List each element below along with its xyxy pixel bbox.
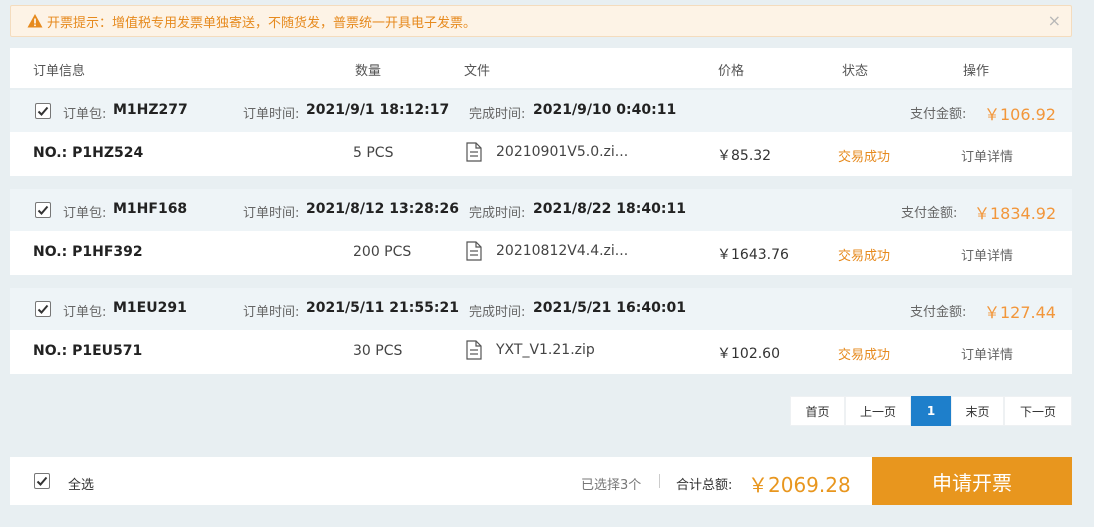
order-item-row: NO.: P1HZ524 5 PCS 20210901V5.0.zi... ￥8… [10, 132, 1072, 176]
order-file[interactable]: YXT_V1.21.zip [466, 340, 595, 360]
file-name: YXT_V1.21.zip [496, 342, 595, 358]
order-file[interactable]: 20210901V5.0.zi... [466, 142, 628, 162]
order-number: NO.: P1HZ524 [33, 145, 144, 161]
order-detail-link[interactable]: 订单详情 [961, 245, 1013, 264]
select-all-checkbox[interactable] [34, 473, 50, 489]
package-label: 订单包: [63, 305, 107, 320]
check-icon [37, 205, 49, 215]
order-table-header: 订单信息 数量 文件 价格 状态 操作 [10, 48, 1072, 88]
order-group: 订单包: M1EU291 订单时间: 2021/5/11 21:55:21 完成… [10, 288, 1072, 374]
header-file: 文件 [464, 64, 491, 79]
header-price: 价格 [718, 64, 745, 79]
page-number-button[interactable]: 1 [911, 396, 951, 426]
page-last-button[interactable]: 末页 [951, 396, 1004, 426]
header-action: 操作 [963, 64, 990, 79]
order-item-row: NO.: P1HF392 200 PCS 20210812V4.4.zi... … [10, 231, 1072, 275]
package-id: M1HF168 [113, 201, 188, 217]
divider [659, 474, 660, 488]
package-label: 订单包: [63, 206, 107, 221]
warning-icon [27, 13, 43, 29]
complete-time: 2021/9/10 0:40:11 [533, 102, 677, 118]
order-package-row: 订单包: M1HZ277 订单时间: 2021/9/1 18:12:17 完成时… [10, 90, 1072, 132]
unit-price: ￥85.32 [717, 148, 772, 164]
selected-count: 已选择3个 [581, 478, 642, 493]
complete-time-label: 完成时间: [469, 206, 526, 221]
complete-time-label: 完成时间: [469, 107, 526, 122]
order-quantity: 200 PCS [353, 244, 412, 260]
order-time-label: 订单时间: [243, 206, 300, 221]
header-status: 状态 [842, 64, 869, 79]
unit-price: ￥102.60 [717, 346, 780, 362]
close-icon[interactable]: × [1048, 13, 1061, 29]
file-name: 20210812V4.4.zi... [496, 243, 629, 259]
order-checkbox[interactable] [35, 202, 51, 218]
order-number: NO.: P1EU571 [33, 343, 143, 359]
paid-amount: ￥1834.92 [974, 204, 1057, 223]
order-file[interactable]: 20210812V4.4.zi... [466, 241, 628, 261]
order-time: 2021/5/11 21:55:21 [306, 300, 459, 316]
file-icon [466, 340, 482, 360]
check-icon [37, 304, 49, 314]
page-first-button[interactable]: 首页 [790, 396, 845, 426]
pagination: 首页 上一页 1 末页 下一页 [790, 396, 1072, 426]
order-quantity: 30 PCS [353, 343, 403, 359]
order-number: NO.: P1HF392 [33, 244, 143, 260]
apply-invoice-button[interactable]: 申请开票 [872, 457, 1072, 505]
order-quantity: 5 PCS [353, 145, 394, 161]
order-group: 订单包: M1HZ277 订单时间: 2021/9/1 18:12:17 完成时… [10, 90, 1072, 176]
file-name: 20210901V5.0.zi... [496, 144, 629, 160]
order-detail-link[interactable]: 订单详情 [961, 344, 1013, 363]
order-time: 2021/8/12 13:28:26 [306, 201, 459, 217]
header-quantity: 数量 [355, 64, 382, 79]
total-label: 合计总额: [676, 478, 733, 493]
total-amount: ￥2069.28 [748, 473, 851, 497]
page-prev-button[interactable]: 上一页 [845, 396, 911, 426]
check-icon [36, 476, 48, 486]
notice-text: 开票提示：增值税专用发票单独寄送，不随货发，普票统一开具电子发票。 [47, 15, 477, 31]
order-item-row: NO.: P1EU571 30 PCS YXT_V1.21.zip ￥102.6… [10, 330, 1072, 374]
order-group: 订单包: M1HF168 订单时间: 2021/8/12 13:28:26 完成… [10, 189, 1072, 275]
invoice-order-page: 开票提示：增值税专用发票单独寄送，不随货发，普票统一开具电子发票。 × 订单信息… [0, 0, 1094, 527]
file-icon [466, 241, 482, 261]
order-checkbox[interactable] [35, 103, 51, 119]
unit-price: ￥1643.76 [717, 247, 789, 263]
paid-amount: ￥106.92 [984, 105, 1056, 124]
invoice-footer-bar: 全选 已选择3个 合计总额: ￥2069.28 申请开票 [10, 457, 1072, 505]
page-next-button[interactable]: 下一页 [1004, 396, 1072, 426]
complete-time-label: 完成时间: [469, 305, 526, 320]
package-id: M1EU291 [113, 300, 187, 316]
complete-time: 2021/5/21 16:40:01 [533, 300, 686, 316]
file-icon [466, 142, 482, 162]
order-time-label: 订单时间: [243, 107, 300, 122]
order-time: 2021/9/1 18:12:17 [306, 102, 450, 118]
paid-amount-label: 支付金额: [901, 206, 958, 221]
order-status: 交易成功 [838, 348, 891, 363]
order-package-row: 订单包: M1EU291 订单时间: 2021/5/11 21:55:21 完成… [10, 288, 1072, 330]
package-id: M1HZ277 [113, 102, 188, 118]
check-icon [37, 106, 49, 116]
order-package-row: 订单包: M1HF168 订单时间: 2021/8/12 13:28:26 完成… [10, 189, 1072, 231]
package-label: 订单包: [63, 107, 107, 122]
complete-time: 2021/8/22 18:40:11 [533, 201, 686, 217]
paid-amount: ￥127.44 [984, 303, 1056, 322]
order-status: 交易成功 [838, 249, 891, 264]
order-detail-link[interactable]: 订单详情 [961, 146, 1013, 165]
invoice-notice-bar: 开票提示：增值税专用发票单独寄送，不随货发，普票统一开具电子发票。 × [10, 5, 1072, 37]
select-all-label: 全选 [68, 478, 95, 493]
paid-amount-label: 支付金额: [910, 107, 967, 122]
header-order-info: 订单信息 [33, 64, 86, 79]
order-status: 交易成功 [838, 150, 891, 165]
order-time-label: 订单时间: [243, 305, 300, 320]
order-checkbox[interactable] [35, 301, 51, 317]
paid-amount-label: 支付金额: [910, 305, 967, 320]
